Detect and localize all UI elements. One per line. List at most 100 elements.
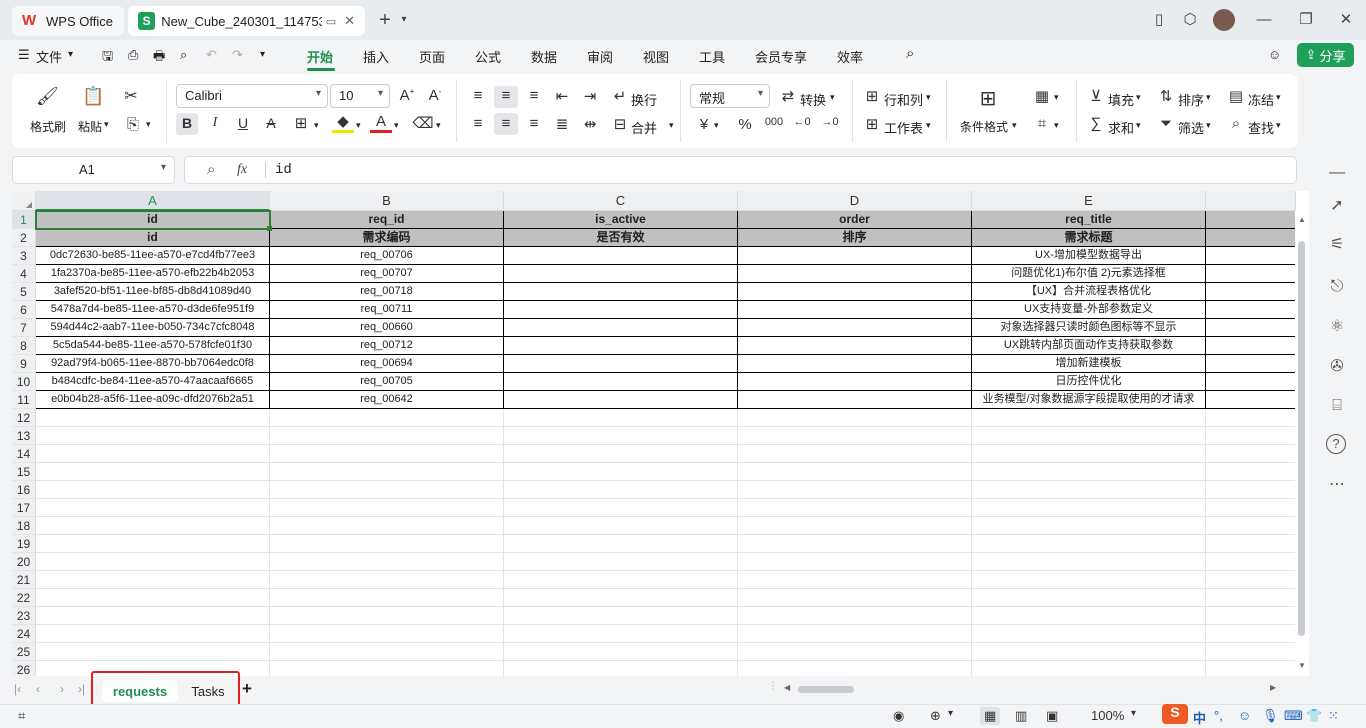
table-cell[interactable] bbox=[738, 355, 972, 373]
row-header[interactable]: 2 bbox=[12, 229, 36, 247]
currency-button[interactable]: ¥ bbox=[696, 116, 712, 133]
zoom-search-icon[interactable]: ⌕ bbox=[207, 161, 215, 178]
chevron-down-icon[interactable]: ▾ bbox=[1136, 92, 1141, 103]
column-header-c[interactable]: C bbox=[504, 191, 738, 211]
table-cell[interactable] bbox=[972, 409, 1206, 427]
column-header-a[interactable]: A bbox=[36, 191, 270, 211]
row-header[interactable]: 23 bbox=[12, 607, 36, 625]
table-cell[interactable] bbox=[738, 247, 972, 265]
table-cell[interactable]: req_00660 bbox=[270, 319, 504, 337]
chevron-down-icon[interactable]: ▾ bbox=[926, 92, 931, 103]
table-cell[interactable] bbox=[1206, 571, 1296, 589]
table-cell[interactable] bbox=[1206, 607, 1296, 625]
macro-icon[interactable]: ⌗ bbox=[18, 708, 25, 724]
redo-icon[interactable]: ↷ bbox=[232, 47, 243, 63]
table-cell[interactable] bbox=[1206, 319, 1296, 337]
bold-button[interactable]: B bbox=[176, 115, 198, 131]
row-header[interactable]: 20 bbox=[12, 553, 36, 571]
row-header[interactable]: 3 bbox=[12, 247, 36, 265]
table-cell[interactable] bbox=[1206, 463, 1296, 481]
table-cell[interactable] bbox=[1206, 229, 1296, 247]
keyboard-icon[interactable]: ⌨ bbox=[1284, 708, 1303, 724]
table-cell[interactable] bbox=[1206, 283, 1296, 301]
sort-label[interactable]: 排序 bbox=[1178, 90, 1204, 109]
table-cell[interactable] bbox=[270, 571, 504, 589]
table-cell[interactable] bbox=[1206, 247, 1296, 265]
sogou-ime-icon[interactable]: S bbox=[1162, 704, 1188, 724]
header-cell[interactable]: 是否有效 bbox=[504, 229, 738, 247]
table-cell[interactable] bbox=[738, 625, 972, 643]
table-cell[interactable]: 5c5da544-be85-11ee-a570-578fcfe01f30 bbox=[36, 337, 270, 355]
spreadsheet-grid[interactable]: ◢ ABCDE 1 2 3 4 5 6 7 8 9 10 11 12 13 14 15 16 17 18 19 20 2… bbox=[12, 191, 1309, 676]
ai-icon[interactable]: ⚛ bbox=[1326, 316, 1348, 338]
find-icon[interactable]: ⌕ bbox=[1226, 115, 1246, 132]
table-cell[interactable] bbox=[36, 535, 270, 553]
row-header[interactable]: 26 bbox=[12, 661, 36, 676]
menu-efficiency[interactable]: 效率 bbox=[837, 47, 863, 66]
chevron-down-icon[interactable]: ▾ bbox=[314, 120, 319, 131]
table-cell[interactable] bbox=[738, 499, 972, 517]
italic-button[interactable]: I bbox=[204, 115, 226, 131]
font-name-select[interactable]: Calibri ▾ bbox=[176, 84, 328, 108]
menu-view[interactable]: 视图 bbox=[643, 47, 669, 66]
header-cell[interactable]: order bbox=[738, 211, 972, 229]
align-bottom-icon[interactable]: ≡ bbox=[524, 87, 544, 104]
table-cell[interactable] bbox=[738, 283, 972, 301]
convert-icon[interactable]: ⇄ bbox=[778, 87, 798, 105]
table-cell[interactable] bbox=[738, 301, 972, 319]
paste-icon[interactable]: 📋 bbox=[82, 86, 104, 107]
table-cell[interactable] bbox=[270, 625, 504, 643]
table-cell[interactable]: req_00711 bbox=[270, 301, 504, 319]
table-cell[interactable]: req_00694 bbox=[270, 355, 504, 373]
menu-tools[interactable]: 工具 bbox=[699, 47, 725, 66]
header-cell[interactable]: is_active bbox=[504, 211, 738, 229]
row-header[interactable]: 9 bbox=[12, 355, 36, 373]
table-cell[interactable] bbox=[504, 661, 738, 676]
increase-decimal-icon[interactable]: ←0 bbox=[792, 116, 812, 128]
table-cell[interactable] bbox=[270, 643, 504, 661]
row-col-icon[interactable]: ⊞ bbox=[862, 87, 882, 105]
table-cell[interactable] bbox=[270, 445, 504, 463]
emoji-icon[interactable]: ☺ bbox=[1238, 708, 1251, 723]
row-header[interactable]: 1 bbox=[12, 211, 36, 229]
number-format-select[interactable]: 常规 ▾ bbox=[690, 84, 770, 108]
scroll-left-icon[interactable]: ◀ bbox=[784, 683, 790, 692]
vertical-scrollbar[interactable]: ▲ ▼ bbox=[1295, 211, 1309, 676]
table-cell[interactable] bbox=[738, 319, 972, 337]
chevron-down-icon[interactable]: ▾ bbox=[146, 119, 151, 130]
first-sheet-icon[interactable]: |‹ bbox=[14, 682, 21, 696]
table-cell[interactable] bbox=[504, 643, 738, 661]
table-cell[interactable] bbox=[504, 553, 738, 571]
sort-icon[interactable]: ⇅ bbox=[1156, 87, 1176, 105]
table-cell[interactable] bbox=[972, 535, 1206, 553]
scroll-down-icon[interactable]: ▼ bbox=[1298, 661, 1306, 670]
table-cell[interactable] bbox=[504, 319, 738, 337]
table-cell[interactable] bbox=[1206, 211, 1296, 229]
row-header[interactable]: 25 bbox=[12, 643, 36, 661]
page-break-view-icon[interactable]: ▥ bbox=[1015, 708, 1027, 724]
table-cell[interactable] bbox=[972, 553, 1206, 571]
chevron-down-icon[interactable]: ▾ bbox=[714, 120, 719, 131]
table-cell[interactable]: 5478a7d4-be85-11ee-a570-d3de6fe951f9 bbox=[36, 301, 270, 319]
table-cell[interactable] bbox=[972, 445, 1206, 463]
row-header[interactable]: 14 bbox=[12, 445, 36, 463]
chevron-down-icon[interactable]: ▾ bbox=[1206, 120, 1211, 131]
convert-label[interactable]: 转换 bbox=[800, 90, 826, 109]
table-cell[interactable] bbox=[1206, 337, 1296, 355]
zoom-level[interactable]: 100% bbox=[1091, 708, 1124, 723]
conditional-format-icon[interactable]: ⊞ bbox=[976, 86, 1000, 111]
table-cell[interactable] bbox=[1206, 427, 1296, 445]
table-cell[interactable] bbox=[504, 589, 738, 607]
percent-button[interactable]: % bbox=[736, 116, 754, 133]
table-cell[interactable] bbox=[504, 409, 738, 427]
table-cell[interactable]: req_00642 bbox=[270, 391, 504, 409]
export-pdf-icon[interactable]: ⎙ bbox=[128, 47, 138, 63]
table-cell[interactable]: UX-增加模型数据导出 bbox=[972, 247, 1206, 265]
chevron-down-icon[interactable]: ▾ bbox=[436, 120, 441, 131]
microphone-icon[interactable]: 🎙 bbox=[1262, 708, 1279, 724]
column-header-d[interactable]: D bbox=[738, 191, 972, 211]
table-cell[interactable]: e0b04b28-a5f6-11ee-a09c-dfd2076b2a51 bbox=[36, 391, 270, 409]
header-cell[interactable]: 需求标题 bbox=[972, 229, 1206, 247]
table-cell[interactable] bbox=[972, 481, 1206, 499]
cube-icon[interactable]: ⬡ bbox=[1180, 10, 1200, 30]
